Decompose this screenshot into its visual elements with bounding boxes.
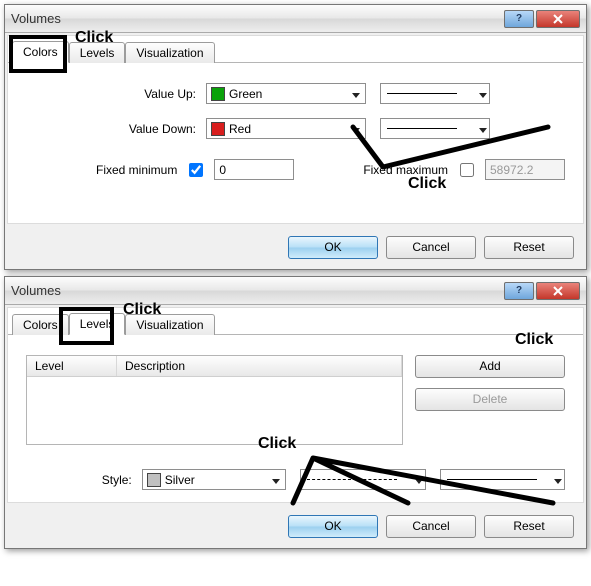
dialog-title: Volumes xyxy=(11,11,502,26)
tabstrip: Colors Levels Visualization xyxy=(8,36,583,63)
tab-visualization[interactable]: Visualization xyxy=(125,42,214,63)
tab-label: Levels xyxy=(80,317,115,331)
chevron-down-icon xyxy=(415,473,423,487)
levels-table[interactable]: Level Description xyxy=(26,355,403,445)
tabstrip: Colors Levels Visualization xyxy=(8,308,583,335)
color-swatch xyxy=(211,122,225,136)
fixed-min-label: Fixed minimum xyxy=(96,163,177,177)
levels-table-header: Level Description xyxy=(27,356,402,377)
tab-levels[interactable]: Levels xyxy=(69,313,126,335)
tab-colors[interactable]: Colors xyxy=(12,41,69,63)
button-label: Delete xyxy=(473,392,508,406)
value-up-label: Value Up: xyxy=(26,87,206,101)
ok-button[interactable]: OK xyxy=(288,236,378,259)
value-down-row: Value Down: Red xyxy=(26,118,565,139)
combo-text: Red xyxy=(229,122,347,136)
close-icon xyxy=(553,14,563,24)
fixed-max-input[interactable] xyxy=(485,159,565,180)
fixed-max-checkbox[interactable] xyxy=(460,163,474,177)
tab-label: Colors xyxy=(23,318,58,332)
tab-label: Visualization xyxy=(136,318,203,332)
button-bar: OK Cancel Reset xyxy=(5,226,586,269)
value-up-row: Value Up: Green xyxy=(26,83,565,104)
levels-buttons: Add Delete xyxy=(415,355,565,445)
tab-label: Visualization xyxy=(136,46,203,60)
color-swatch xyxy=(211,87,225,101)
button-label: OK xyxy=(324,519,341,533)
button-label: Cancel xyxy=(412,519,449,533)
fixed-min-input[interactable] xyxy=(214,159,294,180)
color-swatch xyxy=(147,473,161,487)
chevron-down-icon xyxy=(347,122,363,136)
close-button[interactable] xyxy=(536,10,580,28)
chevron-down-icon xyxy=(479,122,487,136)
volumes-dialog-colors: Volumes ? Colors Levels Visualization Va… xyxy=(4,4,587,270)
value-up-line-combo[interactable] xyxy=(380,83,490,104)
line-preview xyxy=(387,93,457,94)
tab-visualization[interactable]: Visualization xyxy=(125,314,214,335)
value-down-color-combo[interactable]: Red xyxy=(206,118,366,139)
fixed-row: Fixed minimum Fixed maximum xyxy=(26,159,565,180)
dialog-title: Volumes xyxy=(11,283,502,298)
value-up-color-combo[interactable]: Green xyxy=(206,83,366,104)
reset-button[interactable]: Reset xyxy=(484,236,574,259)
cancel-button[interactable]: Cancel xyxy=(386,515,476,538)
button-bar: OK Cancel Reset xyxy=(5,505,586,548)
delete-button[interactable]: Delete xyxy=(415,388,565,411)
line-preview xyxy=(307,479,397,480)
fixed-min-checkbox[interactable] xyxy=(189,163,203,177)
reset-button[interactable]: Reset xyxy=(484,515,574,538)
tab-colors[interactable]: Colors xyxy=(12,314,69,335)
button-label: Reset xyxy=(513,240,544,254)
close-icon xyxy=(553,286,563,296)
close-button[interactable] xyxy=(536,282,580,300)
style-row: Style: Silver xyxy=(26,469,565,490)
tab-label: Colors xyxy=(23,45,58,59)
help-button[interactable]: ? xyxy=(504,282,534,300)
column-level[interactable]: Level xyxy=(27,356,117,376)
chevron-down-icon xyxy=(479,87,487,101)
dialog-body: Colors Levels Visualization Level Descri… xyxy=(7,307,584,503)
help-button[interactable]: ? xyxy=(504,10,534,28)
style-color-combo[interactable]: Silver xyxy=(142,469,287,490)
cancel-button[interactable]: Cancel xyxy=(386,236,476,259)
tab-content-levels: Level Description Add Delete Style: Silv… xyxy=(8,335,583,502)
button-label: Add xyxy=(479,359,500,373)
ok-button[interactable]: OK xyxy=(288,515,378,538)
line-preview xyxy=(387,128,457,129)
style-label: Style: xyxy=(26,473,142,487)
add-button[interactable]: Add xyxy=(415,355,565,378)
button-label: OK xyxy=(324,240,341,254)
titlebar: Volumes ? xyxy=(5,5,586,33)
combo-text: Silver xyxy=(165,473,268,487)
chevron-down-icon xyxy=(554,473,562,487)
chevron-down-icon xyxy=(267,473,283,487)
value-down-label: Value Down: xyxy=(26,122,206,136)
volumes-dialog-levels: Volumes ? Colors Levels Visualization Le… xyxy=(4,276,587,549)
levels-area: Level Description Add Delete xyxy=(26,355,565,445)
chevron-down-icon xyxy=(347,87,363,101)
tab-content-colors: Value Up: Green Value Down: Red xyxy=(8,63,583,223)
combo-text: Green xyxy=(229,87,347,101)
line-preview xyxy=(447,479,537,480)
style-dash-combo[interactable] xyxy=(300,469,425,490)
tab-levels[interactable]: Levels xyxy=(69,42,126,63)
button-label: Reset xyxy=(513,519,544,533)
titlebar: Volumes ? xyxy=(5,277,586,305)
dialog-body: Colors Levels Visualization Value Up: Gr… xyxy=(7,35,584,224)
style-weight-combo[interactable] xyxy=(440,469,565,490)
value-down-line-combo[interactable] xyxy=(380,118,490,139)
column-description[interactable]: Description xyxy=(117,356,402,376)
fixed-max-label: Fixed maximum xyxy=(363,163,448,177)
tab-label: Levels xyxy=(80,46,115,60)
button-label: Cancel xyxy=(412,240,449,254)
